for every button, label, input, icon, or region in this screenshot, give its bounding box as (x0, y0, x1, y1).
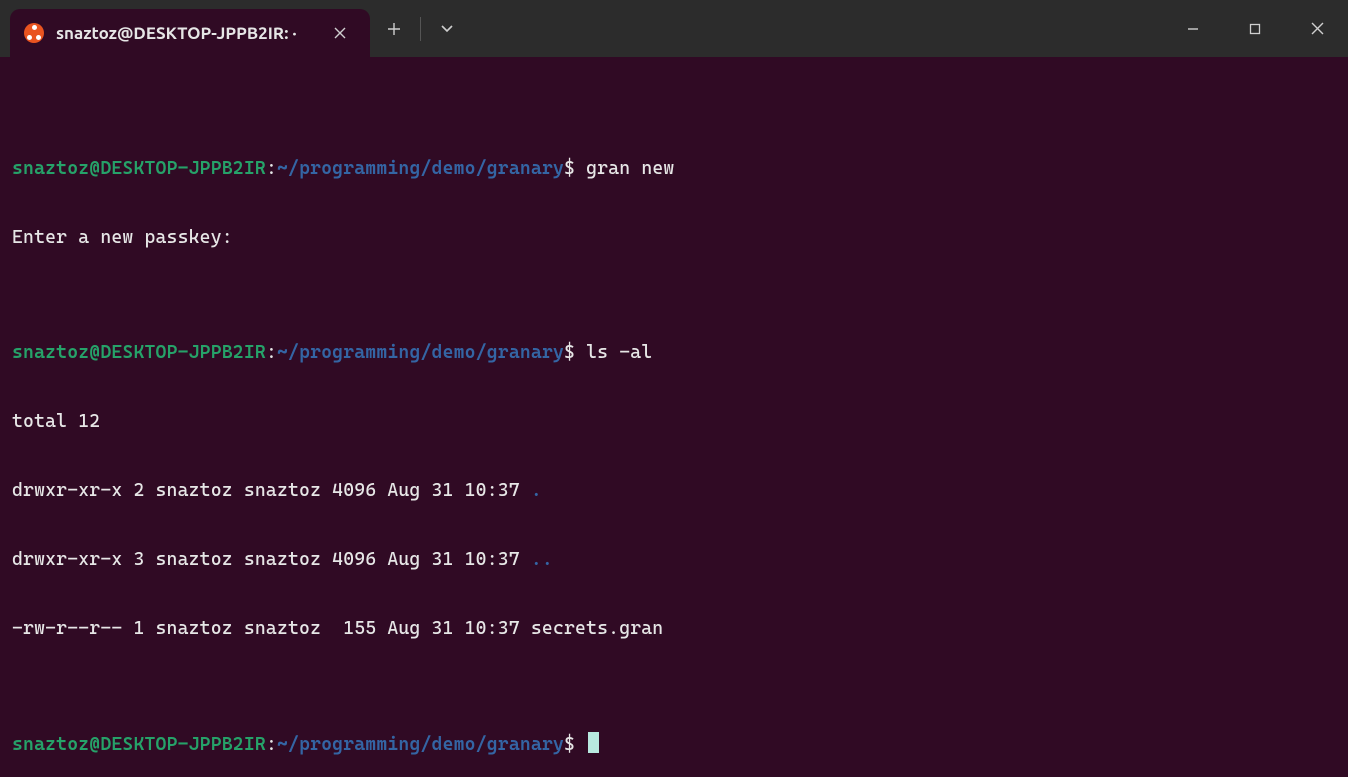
prompt-symbol: $ (564, 734, 575, 755)
tab-divider (420, 17, 421, 41)
prompt-symbol: $ (564, 158, 575, 179)
dir-name: .. (531, 549, 553, 570)
prompt-at: @ (89, 342, 100, 363)
titlebar: snaztoz@DESKTOP-JPPB2IR: · (0, 0, 1348, 57)
maximize-button[interactable] (1224, 0, 1286, 57)
chevron-down-icon (440, 24, 454, 34)
close-window-button[interactable] (1286, 0, 1348, 57)
close-tab-button[interactable] (324, 17, 356, 49)
prompt-host: DESKTOP-JPPB2IR (100, 734, 266, 755)
prompt-colon: : (266, 158, 277, 179)
prompt-user: snaztoz (12, 342, 89, 363)
prompt-colon: : (266, 734, 277, 755)
prompt-line: snaztoz@DESKTOP-JPPB2IR:~/programming/de… (12, 157, 1348, 180)
prompt-line-current: snaztoz@DESKTOP-JPPB2IR:~/programming/de… (12, 732, 1348, 755)
window-controls (1162, 0, 1348, 57)
output-line: total 12 (12, 410, 1348, 433)
prompt-symbol: $ (564, 342, 575, 363)
ubuntu-icon (24, 23, 44, 43)
prompt-user: snaztoz (12, 734, 89, 755)
terminal[interactable]: snaztoz@DESKTOP-JPPB2IR:~/programming/de… (0, 57, 1348, 777)
prompt-at: @ (89, 158, 100, 179)
prompt-path: ~/programming/demo/granary (277, 342, 564, 363)
prompt-colon: : (266, 342, 277, 363)
minimize-button[interactable] (1162, 0, 1224, 57)
dir-name: . (531, 480, 542, 501)
output-text: Enter a new passkey: (12, 227, 233, 248)
output-line: drwxr-xr-x 2 snaztoz snaztoz 4096 Aug 31… (12, 479, 1348, 502)
minimize-icon (1186, 22, 1200, 36)
prompt-at: @ (89, 734, 100, 755)
new-tab-button[interactable] (378, 13, 410, 45)
tab-actions (378, 13, 463, 45)
cursor (588, 732, 599, 753)
prompt-line: snaztoz@DESKTOP-JPPB2IR:~/programming/de… (12, 341, 1348, 364)
command-text: ls -al (586, 342, 652, 363)
output-text: total 12 (12, 411, 100, 432)
command-text: gran new (586, 158, 674, 179)
output-text: -rw-r--r-- 1 snaztoz snaztoz 155 Aug 31 … (12, 618, 663, 639)
output-line: Enter a new passkey: (12, 226, 1348, 249)
prompt-user: snaztoz (12, 158, 89, 179)
prompt-path: ~/programming/demo/granary (277, 158, 564, 179)
output-line: -rw-r--r-- 1 snaztoz snaztoz 155 Aug 31 … (12, 617, 1348, 640)
active-tab[interactable]: snaztoz@DESKTOP-JPPB2IR: · (10, 9, 370, 57)
output-line: drwxr-xr-x 3 snaztoz snaztoz 4096 Aug 31… (12, 548, 1348, 571)
close-icon (334, 27, 346, 39)
plus-icon (387, 22, 401, 36)
tab-title: snaztoz@DESKTOP-JPPB2IR: · (56, 22, 312, 45)
output-text: drwxr-xr-x 2 snaztoz snaztoz 4096 Aug 31… (12, 480, 531, 501)
prompt-path: ~/programming/demo/granary (277, 734, 564, 755)
prompt-host: DESKTOP-JPPB2IR (100, 342, 266, 363)
maximize-icon (1249, 23, 1261, 35)
prompt-host: DESKTOP-JPPB2IR (100, 158, 266, 179)
output-text: drwxr-xr-x 3 snaztoz snaztoz 4096 Aug 31… (12, 549, 531, 570)
tab-dropdown-button[interactable] (431, 13, 463, 45)
close-icon (1311, 22, 1324, 35)
